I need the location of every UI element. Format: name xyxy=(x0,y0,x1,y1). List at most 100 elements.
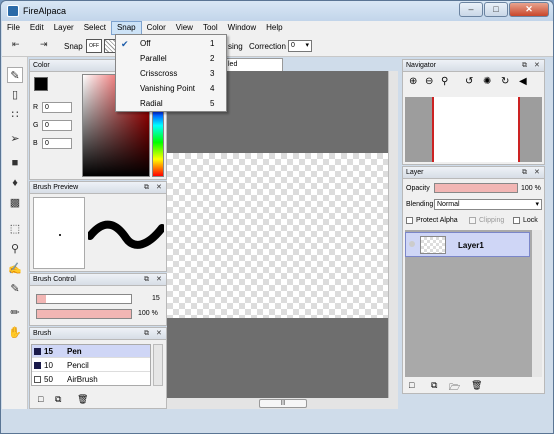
menu-snap[interactable]: Snap xyxy=(110,21,142,35)
zoom-fit-icon[interactable]: ⚲ xyxy=(441,76,448,87)
float-panel-icon[interactable]: ⧉ xyxy=(144,182,149,193)
close-button[interactable]: ✕ xyxy=(509,2,549,17)
close-panel-icon[interactable]: ✕ xyxy=(156,328,162,339)
lock-checkbox[interactable] xyxy=(513,217,520,224)
brush-list-scrollbar[interactable] xyxy=(153,344,163,386)
dot-tool-icon[interactable]: ∷ xyxy=(7,107,23,123)
minimize-button[interactable]: – xyxy=(459,2,483,17)
new-layer-icon[interactable]: □ xyxy=(409,380,414,390)
navigator-viewport xyxy=(432,97,520,162)
g-input[interactable] xyxy=(42,120,72,131)
brush-tool-icon[interactable]: ✎ xyxy=(7,67,23,83)
blending-select[interactable]: Normal ▾ xyxy=(434,199,542,210)
brush-size-slider[interactable] xyxy=(36,294,132,304)
float-panel-icon[interactable]: ⧉ xyxy=(522,60,527,71)
menu-view[interactable]: View xyxy=(171,21,198,35)
layer-folder-icon[interactable]: 🗁 xyxy=(449,380,460,396)
snap-menu-item-vanishing-point[interactable]: Vanishing Point 4 xyxy=(116,82,226,96)
canvas-vertical-scrollbar[interactable] xyxy=(388,71,398,398)
correction-select[interactable]: 0 ▾ xyxy=(288,40,312,52)
brush-preview-panel: Brush Preview ⧉ ✕ xyxy=(29,181,167,272)
navigator-header: Navigator ⧉ ✕ xyxy=(403,60,544,72)
title-bar: FireAlpaca – □ ✕ xyxy=(1,1,553,21)
rotate-right-icon[interactable]: ↻ xyxy=(501,76,509,87)
fill-rect-tool-icon[interactable]: ■ xyxy=(7,155,23,171)
select-pen-tool-icon[interactable]: ✍ xyxy=(7,261,23,277)
opacity-label: Opacity xyxy=(406,185,430,192)
navigator-preview[interactable] xyxy=(405,97,542,162)
magic-wand-tool-icon[interactable]: ⚲ xyxy=(7,241,23,257)
flip-horizontal-icon[interactable]: ◀ xyxy=(519,76,527,87)
menu-edit[interactable]: Edit xyxy=(25,21,49,35)
menu-tool[interactable]: Tool xyxy=(198,21,223,35)
forward-icon[interactable]: ⇥ xyxy=(40,39,48,50)
move-tool-icon[interactable]: ➢ xyxy=(7,131,23,147)
duplicate-layer-icon[interactable]: ⧉ xyxy=(431,380,437,391)
snap-label: Snap xyxy=(64,42,83,51)
menu-select[interactable]: Select xyxy=(79,21,111,35)
close-panel-icon[interactable]: ✕ xyxy=(156,274,162,285)
brush-list-item[interactable]: 50 AirBrush xyxy=(32,373,150,386)
clipping-checkbox[interactable] xyxy=(469,217,476,224)
checkmark-icon: ✔ xyxy=(121,39,129,49)
snap-menu: ✔ Off 1 Parallel 2 Crisscross 3 Vanishing P… xyxy=(115,34,227,112)
layer-thumbnail xyxy=(420,236,446,254)
snap-menu-item-radial[interactable]: Radial 5 xyxy=(116,97,226,111)
brush-list-item[interactable]: 10 Pencil xyxy=(32,359,150,372)
float-panel-icon[interactable]: ⧉ xyxy=(144,328,149,339)
eyedropper-tool-icon[interactable]: ✏ xyxy=(7,305,23,321)
foreground-color-swatch[interactable] xyxy=(34,77,48,91)
r-input[interactable] xyxy=(42,102,72,113)
select-eraser-tool-icon[interactable]: ✎ xyxy=(7,281,23,297)
layer-opacity-slider[interactable] xyxy=(434,183,518,193)
lock-label: Lock xyxy=(523,217,538,224)
close-panel-icon[interactable]: ✕ xyxy=(534,167,540,178)
snap-menu-item-off[interactable]: ✔ Off 1 xyxy=(116,37,226,51)
eraser-tool-icon[interactable]: ▯ xyxy=(7,87,23,103)
zoom-in-icon[interactable]: ⊕ xyxy=(409,76,417,87)
menu-layer[interactable]: Layer xyxy=(49,21,79,35)
layer-visibility-icon[interactable] xyxy=(409,241,415,247)
menu-help[interactable]: Help xyxy=(261,21,287,35)
snap-menu-item-parallel[interactable]: Parallel 2 xyxy=(116,52,226,66)
layer-list: Layer1 xyxy=(405,230,542,377)
canvas-horizontal-scrollbar[interactable]: ||| xyxy=(167,398,398,409)
delete-layer-icon[interactable]: 🗑 xyxy=(471,380,482,391)
gradient-tool-icon[interactable]: ▩ xyxy=(7,195,23,211)
brush-opacity-slider[interactable] xyxy=(36,309,132,319)
new-brush-icon[interactable]: □ xyxy=(38,394,43,404)
select-tool-icon[interactable]: ⬚ xyxy=(7,221,23,237)
maximize-button[interactable]: □ xyxy=(484,2,508,17)
protect-alpha-checkbox[interactable] xyxy=(406,217,413,224)
b-input[interactable] xyxy=(42,138,72,149)
back-icon[interactable]: ⇤ xyxy=(12,39,20,50)
menu-window[interactable]: Window xyxy=(223,21,261,35)
layer-row[interactable]: Layer1 xyxy=(405,232,530,257)
delete-brush-icon[interactable]: 🗑 xyxy=(77,394,88,405)
document-canvas[interactable] xyxy=(167,153,398,318)
reset-rotation-icon[interactable]: ✺ xyxy=(483,76,491,87)
float-panel-icon[interactable]: ⧉ xyxy=(522,167,527,178)
document-tab[interactable]: led xyxy=(223,58,283,71)
close-panel-icon[interactable]: ✕ xyxy=(534,60,540,71)
zoom-out-icon[interactable]: ⊖ xyxy=(425,76,433,87)
horizontal-scroll-thumb[interactable]: ||| xyxy=(259,399,307,408)
layer-list-scrollbar[interactable] xyxy=(532,230,542,377)
navigator-panel: Navigator ⧉ ✕ ⊕ ⊖ ⚲ ↺ ✺ ↻ ◀ xyxy=(402,59,545,165)
duplicate-brush-icon[interactable]: ⧉ xyxy=(55,394,61,405)
rotate-left-icon[interactable]: ↺ xyxy=(465,76,473,87)
hand-tool-icon[interactable]: ✋ xyxy=(7,325,23,341)
snap-off-button[interactable]: OFF xyxy=(86,39,102,53)
clipping-label: Clipping xyxy=(479,217,505,224)
brush-list: 15 Pen 10 Pencil 50 AirBrush xyxy=(31,344,151,386)
float-panel-icon[interactable]: ⧉ xyxy=(144,274,149,285)
menu-file[interactable]: File xyxy=(2,21,25,35)
blending-label: Blending xyxy=(406,201,434,208)
menu-color[interactable]: Color xyxy=(142,21,171,35)
brush-list-item[interactable]: 15 Pen xyxy=(32,345,150,358)
brush-size-value: 15 xyxy=(152,295,160,302)
bucket-tool-icon[interactable]: ♦ xyxy=(7,175,23,191)
snap-menu-item-crisscross[interactable]: Crisscross 3 xyxy=(116,67,226,81)
canvas-area[interactable] xyxy=(167,71,398,398)
close-panel-icon[interactable]: ✕ xyxy=(156,182,162,193)
